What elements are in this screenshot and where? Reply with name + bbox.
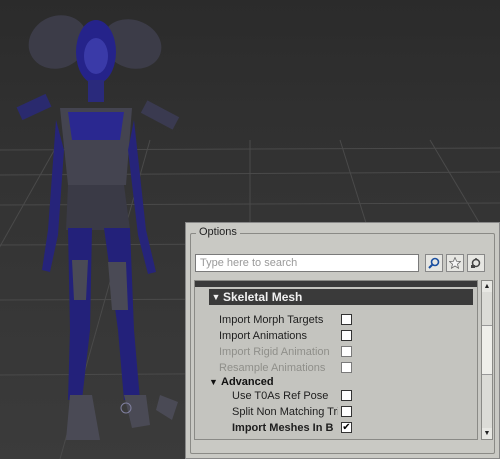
section-advanced[interactable]: ▼ Advanced	[209, 376, 274, 388]
resample-animations-checkbox[interactable]	[341, 362, 352, 373]
option-label: Use T0As Ref Pose	[232, 390, 329, 402]
split-non-matching-tri-checkbox[interactable]	[341, 406, 352, 417]
import-animations-checkbox[interactable]	[341, 330, 352, 341]
option-label: Import Morph Targets	[219, 314, 324, 326]
scroll-up-button[interactable]: ▲	[482, 281, 492, 292]
checkmark-icon: ✔	[342, 422, 351, 433]
import-rigid-animation-checkbox[interactable]	[341, 346, 352, 357]
expand-arrow-icon: ▼	[211, 292, 221, 302]
search-icon	[428, 257, 440, 269]
settings-button[interactable]	[467, 254, 485, 272]
expand-arrow-icon: ▼	[209, 377, 218, 387]
option-import-morph-targets: Import Morph Targets	[219, 312, 323, 328]
option-split-non-matching-tri: Split Non Matching Tri	[232, 404, 338, 420]
favorite-button[interactable]	[446, 254, 464, 272]
option-import-animations: Import Animations	[219, 328, 307, 344]
option-label: Import Animations	[219, 330, 308, 342]
advanced-title: Advanced	[221, 376, 274, 388]
options-list: ▼ Skeletal Mesh Import Morph Targets Imp…	[194, 280, 478, 440]
option-import-meshes-in-bone-hierarchy: Import Meshes In B	[232, 420, 338, 436]
search-input[interactable]	[195, 254, 419, 272]
scroll-down-button[interactable]: ▼	[482, 428, 492, 439]
option-label: Import Meshes In B	[232, 422, 334, 434]
search-row	[195, 254, 491, 274]
option-label: Split Non Matching Tri	[232, 406, 338, 418]
list-top-divider	[195, 281, 477, 287]
option-label: Resample Animations	[219, 362, 326, 374]
option-label: Import Rigid Animation	[219, 346, 330, 358]
settings-icon	[471, 258, 481, 268]
star-icon	[449, 257, 461, 269]
section-title: Skeletal Mesh	[223, 290, 303, 304]
import-morph-targets-checkbox[interactable]	[341, 314, 352, 325]
options-panel: Options ▼ Skeletal Mesh	[185, 222, 500, 459]
options-title: Options	[196, 226, 240, 238]
scrollbar-thumb[interactable]	[482, 325, 492, 375]
option-resample-animations: Resample Animations	[219, 360, 325, 376]
section-skeletal-mesh[interactable]: ▼ Skeletal Mesh	[209, 289, 473, 305]
option-import-rigid-animation: Import Rigid Animation	[219, 344, 330, 360]
option-use-t0as-ref-pose: Use T0As Ref Pose	[232, 388, 328, 404]
use-t0as-ref-pose-checkbox[interactable]	[341, 390, 352, 401]
import-meshes-checkbox[interactable]: ✔	[341, 422, 352, 433]
search-button[interactable]	[425, 254, 443, 272]
options-scrollbar[interactable]: ▲ ▼	[481, 280, 493, 440]
